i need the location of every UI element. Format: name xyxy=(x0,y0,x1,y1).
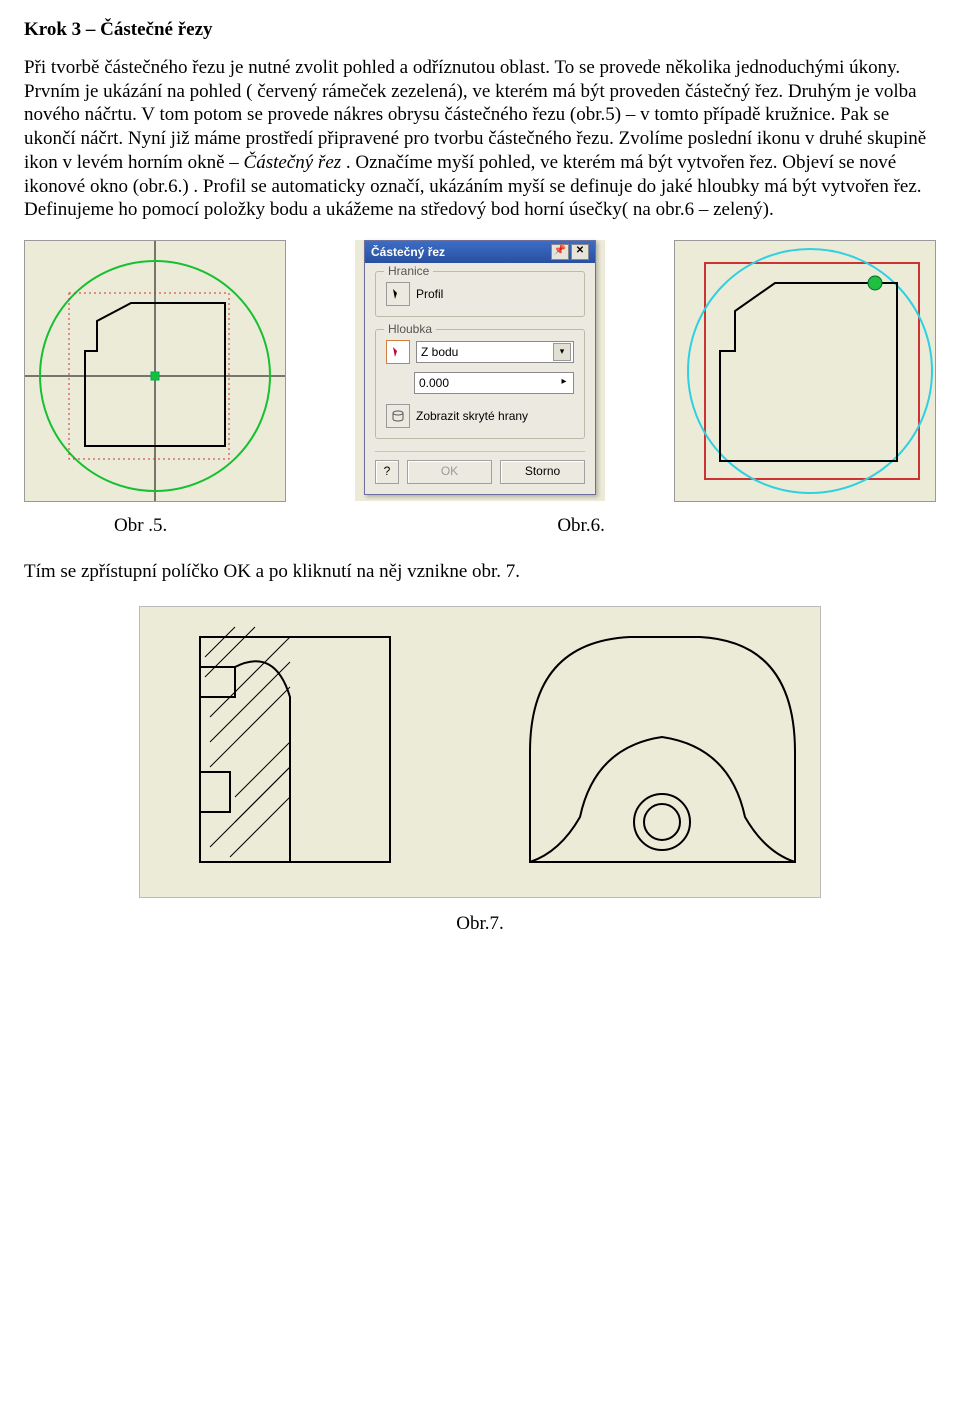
pin-button[interactable]: 📌 xyxy=(551,244,569,260)
close-button[interactable]: ✕ xyxy=(571,244,589,260)
group-hloubka-label: Hloubka xyxy=(384,322,436,337)
dialog-titlebar: Částečný řez 📌 ✕ xyxy=(365,241,595,263)
hidden-edges-label: Zobrazit skryté hrany xyxy=(416,409,528,424)
caption-fig5: Obr .5. xyxy=(114,514,167,538)
depth-pick-icon[interactable] xyxy=(386,340,410,364)
partial-cut-dialog: Částečný řez 📌 ✕ Hranice Profil xyxy=(364,240,596,495)
caption-fig7: Obr.7. xyxy=(24,912,936,936)
chevron-down-icon[interactable]: ▾ xyxy=(553,343,571,361)
hidden-edges-icon[interactable] xyxy=(386,404,410,428)
depth-mode-value: Z bodu xyxy=(421,345,458,360)
profile-pick-icon[interactable] xyxy=(386,282,410,306)
paragraph-after: Tím se zpřístupní políčko OK a po kliknu… xyxy=(24,560,936,584)
paragraph-main: Při tvorbě částečného řezu je nutné zvol… xyxy=(24,56,936,222)
profil-label: Profil xyxy=(416,287,443,302)
group-hranice: Hranice Profil xyxy=(375,271,585,317)
depth-value: 0.000 xyxy=(419,376,449,391)
cancel-button[interactable]: Storno xyxy=(500,460,585,484)
depth-mode-combo[interactable]: Z bodu ▾ xyxy=(416,341,574,363)
figure-7 xyxy=(139,606,821,898)
group-hloubka: Hloubka Z bodu ▾ 0.000 xyxy=(375,329,585,439)
dialog-area: Částečný řez 📌 ✕ Hranice Profil xyxy=(355,240,605,501)
figure-6 xyxy=(674,240,936,502)
heading-step3: Krok 3 – Částečné řezy xyxy=(24,18,936,42)
group-hranice-label: Hranice xyxy=(384,264,433,279)
depth-value-input[interactable]: 0.000 ▸ xyxy=(414,372,574,394)
dialog-title-text: Částečný řez xyxy=(371,245,445,260)
ok-button[interactable]: OK xyxy=(407,460,492,484)
arrow-right-icon[interactable]: ▸ xyxy=(557,376,571,390)
help-button[interactable]: ? xyxy=(375,460,399,484)
paragraph-main-italic: Částečný řez xyxy=(244,152,342,173)
caption-fig6: Obr.6. xyxy=(557,514,605,538)
figure-5 xyxy=(24,240,286,502)
caption-row-5-6: Obr .5. Obr.6. xyxy=(24,514,936,538)
figure-row-5-6: Částečný řez 📌 ✕ Hranice Profil xyxy=(24,240,936,502)
